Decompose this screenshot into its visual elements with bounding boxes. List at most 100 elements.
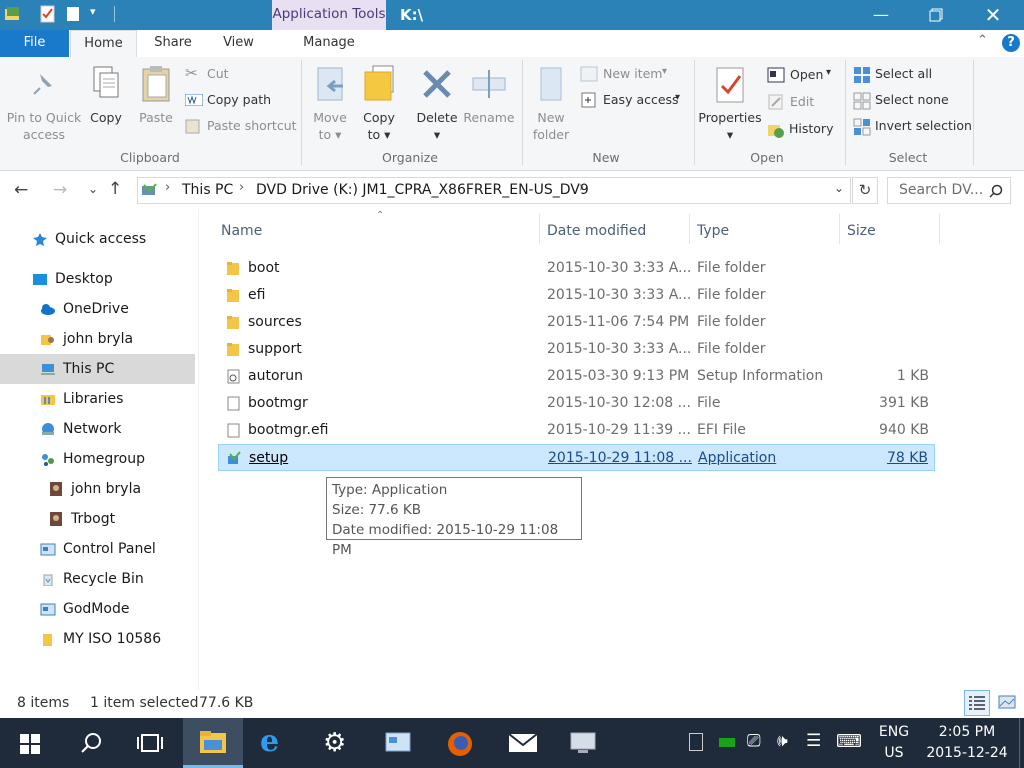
sidebar-item-trbogt[interactable]: Trbogt xyxy=(0,504,195,534)
table-row[interactable]: efi 2015-10-30 3:33 A... File folder xyxy=(218,282,935,309)
explorer-app-icon[interactable] xyxy=(4,5,22,23)
search-taskbar-button[interactable] xyxy=(60,718,120,768)
delete-button[interactable]: Delete ▾ xyxy=(414,60,460,142)
properties-dropdown-arrow[interactable]: ▾ xyxy=(697,127,763,143)
mail-taskbar-button[interactable] xyxy=(492,718,552,768)
sidebar-item-desktop[interactable]: Desktop xyxy=(0,264,195,294)
breadcrumb-this-pc[interactable]: This PC xyxy=(182,182,233,198)
column-divider[interactable] xyxy=(839,214,840,244)
copy-path-button[interactable]: Copy path xyxy=(185,91,295,111)
sidebar-item-homegroup[interactable]: Homegroup xyxy=(0,444,195,474)
minimize-button[interactable]: — xyxy=(853,0,909,30)
properties-button[interactable]: Properties ▾ xyxy=(697,60,763,142)
new-item-button[interactable]: New item ▾ xyxy=(580,65,690,85)
table-row[interactable]: sources 2015-11-06 7:54 PM File folder xyxy=(218,309,935,336)
tab-view[interactable]: View xyxy=(211,30,266,57)
firefox-taskbar-button[interactable] xyxy=(430,718,490,768)
close-button[interactable]: ✕ xyxy=(965,0,1021,30)
forward-arrow-icon[interactable]: → xyxy=(53,180,67,200)
column-header-type[interactable]: Type xyxy=(697,220,729,242)
touch-keyboard-tray-icon[interactable]: ⌨ xyxy=(836,731,862,752)
sidebar-item-quick-access[interactable]: Quick access xyxy=(0,224,195,254)
refresh-button[interactable]: ↻ xyxy=(852,177,878,204)
status-indicator-tray-icon[interactable] xyxy=(719,738,735,747)
table-row[interactable]: support 2015-10-30 3:33 A... File folder xyxy=(218,336,935,363)
file-explorer-taskbar-button[interactable] xyxy=(183,718,243,768)
sidebar-item-onedrive[interactable]: OneDrive xyxy=(0,294,195,324)
table-row[interactable]: bootmgr.efi 2015-10-29 11:39 ... EFI File 9… xyxy=(218,417,935,444)
customize-qat-icon[interactable]: ▾ xyxy=(90,5,96,18)
recent-locations-chevron-icon[interactable]: ⌄ xyxy=(88,182,98,196)
column-header-name[interactable]: Name xyxy=(221,220,262,242)
column-header-date[interactable]: Date modified xyxy=(547,220,646,242)
breadcrumb-separator-icon[interactable]: › xyxy=(165,180,170,195)
sidebar-item-recycle-bin[interactable]: Recycle Bin xyxy=(0,564,195,594)
sidebar-item-my-iso-10586[interactable]: MY ISO 10586 xyxy=(0,624,195,654)
sidebar-item-godmode[interactable]: GodMode xyxy=(0,594,195,624)
copy-to-button[interactable]: Copy to ▾ xyxy=(358,60,400,142)
breadcrumb-dvd-drive[interactable]: DVD Drive (K:) JM1_CPRA_X86FRER_EN-US_DV… xyxy=(256,182,589,198)
internet-explorer-taskbar-button[interactable]: e xyxy=(245,718,305,768)
sidebar-item-libraries[interactable]: Libraries xyxy=(0,384,195,414)
delete-dropdown-arrow[interactable]: ▾ xyxy=(414,127,460,143)
search-box[interactable]: Search DV... xyxy=(887,177,1011,204)
copy-button[interactable]: Copy xyxy=(86,60,126,130)
collapse-ribbon-icon[interactable]: ⌃ xyxy=(977,33,988,48)
column-divider[interactable] xyxy=(539,214,540,244)
tab-manage[interactable]: Manage xyxy=(290,30,368,57)
move-to-button[interactable]: Move to ▾ xyxy=(309,60,351,142)
network-tray-icon[interactable]: ⎚ xyxy=(747,731,761,751)
help-icon[interactable]: ? xyxy=(1002,34,1020,52)
language-indicator[interactable]: ENG US xyxy=(872,722,916,764)
edit-button[interactable]: Edit xyxy=(767,93,842,113)
properties-quick-icon[interactable] xyxy=(39,5,57,23)
paste-button[interactable]: Paste xyxy=(136,60,176,130)
table-row[interactable]: autorun 2015-03-30 9:13 PM Setup Informati… xyxy=(218,363,935,390)
address-bar[interactable]: › This PC › DVD Drive (K:) JM1_CPRA_X86F… xyxy=(137,177,851,204)
volume-tray-icon[interactable]: 🕪 xyxy=(777,731,788,751)
show-desktop-button[interactable] xyxy=(1019,718,1024,768)
sidebar-item-network[interactable]: Network xyxy=(0,414,195,444)
address-dropdown-chevron-icon[interactable]: ⌄ xyxy=(834,181,844,195)
remote-desktop-taskbar-button[interactable] xyxy=(553,718,613,768)
tab-home[interactable]: Home xyxy=(70,30,137,58)
breadcrumb-separator-icon[interactable]: › xyxy=(579,180,584,195)
table-row[interactable]: boot 2015-10-30 3:33 A... File folder xyxy=(218,255,935,282)
paste-shortcut-button[interactable]: Paste shortcut xyxy=(185,117,297,137)
new-folder-quick-icon[interactable] xyxy=(65,5,83,23)
maximize-button[interactable] xyxy=(908,0,964,30)
sidebar-item-this-pc[interactable]: This PC xyxy=(0,354,195,384)
up-arrow-icon[interactable]: ↑ xyxy=(108,179,122,199)
start-button[interactable] xyxy=(0,718,60,768)
tab-file[interactable]: File xyxy=(0,30,69,57)
column-divider[interactable] xyxy=(689,214,690,244)
column-header-size[interactable]: Size xyxy=(847,220,876,242)
control-panel-taskbar-button[interactable] xyxy=(368,718,428,768)
rename-button[interactable]: Rename xyxy=(463,60,515,130)
cut-button[interactable]: ✂ Cut xyxy=(185,64,295,85)
back-arrow-icon[interactable]: ← xyxy=(14,180,28,200)
new-folder-button[interactable]: New folder xyxy=(528,60,574,142)
sidebar-item-control-panel[interactable]: Control Panel xyxy=(0,534,195,564)
pin-quick-access-button[interactable]: Pin to Quick access xyxy=(0,60,88,142)
action-center-tray-icon[interactable]: ☰ xyxy=(806,731,821,751)
sidebar-item-john-bryla[interactable]: john bryla xyxy=(0,474,195,504)
tab-share[interactable]: Share xyxy=(145,30,201,57)
open-button[interactable]: Open ▾ xyxy=(767,66,842,86)
battery-tray-icon[interactable] xyxy=(689,733,703,751)
history-button[interactable]: History xyxy=(767,120,842,140)
details-view-button[interactable] xyxy=(964,690,990,716)
settings-taskbar-button[interactable]: ⚙ xyxy=(306,718,366,768)
sidebar-item-john-bryla[interactable]: john bryla xyxy=(0,324,195,354)
large-icons-view-button[interactable] xyxy=(994,690,1020,716)
invert-selection-button[interactable]: Invert selection xyxy=(853,117,972,137)
easy-access-button[interactable]: Easy access ▾ xyxy=(580,91,690,111)
select-all-button[interactable]: Select all xyxy=(853,65,969,85)
search-input[interactable]: Search DV... xyxy=(899,182,983,198)
table-row[interactable]: setup 2015-10-29 11:08 ... Application 78 K… xyxy=(218,444,935,471)
table-row[interactable]: bootmgr 2015-10-30 12:08 ... File 391 KB xyxy=(218,390,935,417)
select-none-button[interactable]: Select none xyxy=(853,91,969,111)
task-view-button[interactable] xyxy=(120,718,180,768)
column-divider[interactable] xyxy=(939,214,940,244)
breadcrumb-separator-icon[interactable]: › xyxy=(239,180,244,195)
